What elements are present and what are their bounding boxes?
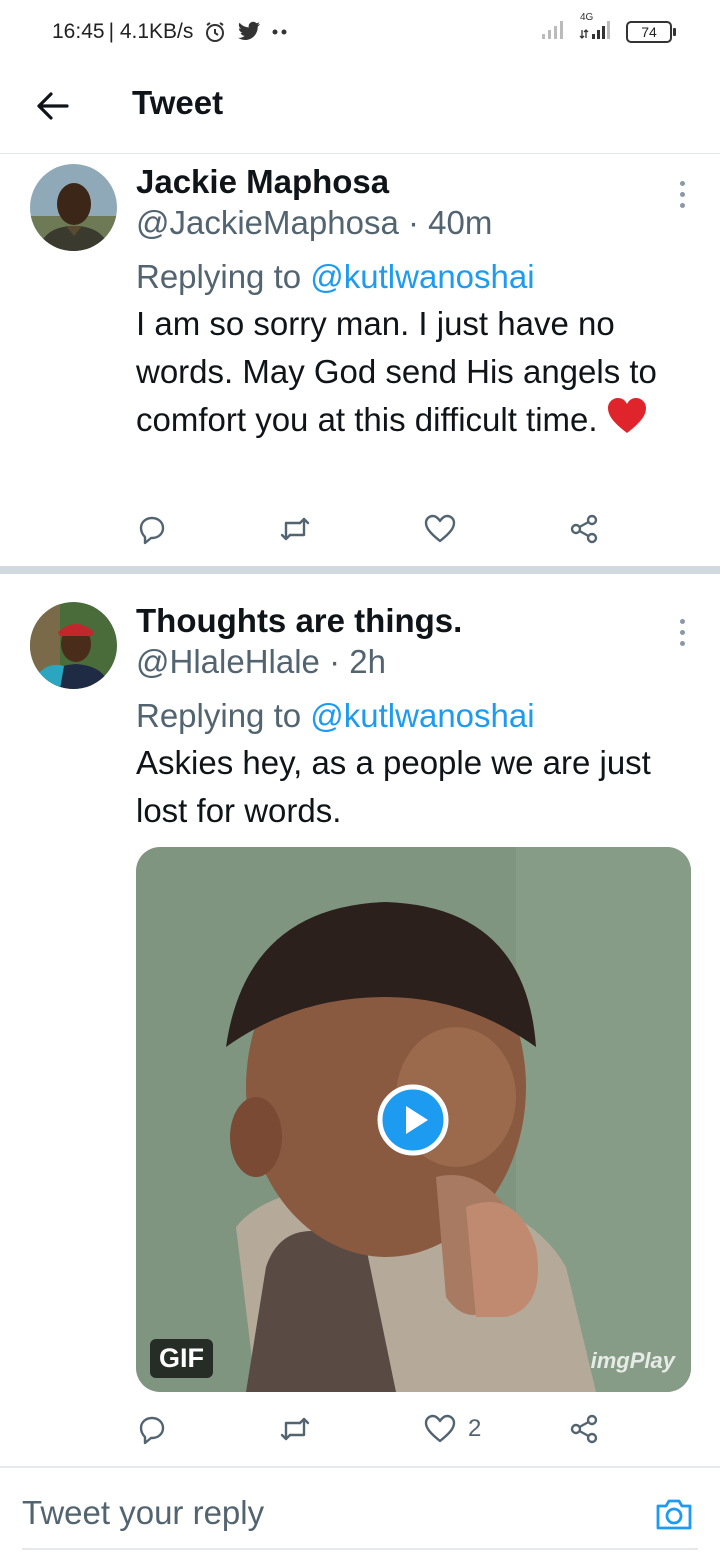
gif-badge: GIF [150,1339,213,1378]
author-handle: @JackieMaphosa · 40m [136,204,493,241]
like-count: 2 [468,1415,482,1442]
battery-indicator: 74 [626,20,676,43]
heart-outline-icon [424,1414,456,1443]
tweet-actions [136,509,616,549]
share-button[interactable] [568,1409,600,1449]
author-handle: @HlaleHlale · 2h [136,643,386,680]
gif-media[interactable]: GIF imgPlay [136,847,691,1392]
like-button[interactable] [424,509,468,549]
header: Tweet [0,66,720,154]
mention-link[interactable]: @kutlwanoshai [310,258,534,295]
retweet-button[interactable] [278,509,312,549]
twitter-icon [237,21,261,43]
play-icon[interactable] [377,1084,449,1156]
back-button[interactable] [30,84,74,128]
status-speed: | 4.1KB/s [108,20,194,43]
watermark: imgPlay [590,1348,675,1373]
replying-label: Replying to [136,258,302,295]
tweet-body: Jackie Maphosa @JackieMaphosa · 40m Repl… [136,162,690,448]
heart-outline-icon [424,514,456,543]
alarm-icon [203,20,227,44]
tweet-jackie[interactable]: Jackie Maphosa @JackieMaphosa · 40m Repl… [0,154,720,566]
share-icon [570,514,598,544]
status-right: 4G 74 [540,12,676,45]
page-title: Tweet [132,84,224,121]
signal-icon [540,18,568,45]
reply-button[interactable] [136,1409,168,1449]
status-left: 16:45 | 4.1KB/s [52,20,289,44]
reply-icon [139,1416,165,1445]
share-button[interactable] [568,509,600,549]
retweet-icon [280,517,310,541]
camera-icon[interactable] [654,1494,694,1534]
reply-input[interactable]: Tweet your reply [22,1494,264,1532]
tweet-text: I am so sorry man. I just have no words.… [136,300,690,448]
avatar[interactable] [30,602,117,689]
arrow-left-icon [37,92,69,120]
replying-to: Replying to @kutlwanoshai [136,693,690,739]
like-button[interactable]: 2 [424,1409,481,1449]
tweet-text-content: I am so sorry man. I just have no words.… [136,305,657,438]
retweet-button[interactable] [278,1409,312,1449]
network-label: 4G [580,12,594,23]
share-icon [570,1414,598,1444]
tweet-text: Askies hey, as a people we are just lost… [136,744,651,829]
author-name[interactable]: Thoughts are things. [136,601,690,641]
reply-bar: Tweet your reply [0,1466,720,1560]
red-heart-emoji-icon [606,397,648,448]
replying-label: Replying to [136,697,302,734]
reply-icon [139,516,165,545]
replying-to: Replying to @kutlwanoshai [136,254,690,300]
status-bar: 16:45 | 4.1KB/s 4G 74 [0,0,720,66]
more-dots-icon [271,28,289,36]
tweet-actions: 2 [136,1409,616,1449]
mention-link[interactable]: @kutlwanoshai [310,697,534,734]
signal-4g-icon: 4G [578,12,616,45]
tweet-body: Thoughts are things. @HlaleHlale · 2h Re… [136,601,690,835]
reply-input-underline [22,1548,698,1550]
retweet-icon [280,1417,310,1441]
author-name[interactable]: Jackie Maphosa [136,162,690,202]
avatar[interactable] [30,164,117,251]
thread-divider [0,566,720,574]
reply-button[interactable] [136,509,168,549]
status-time: 16:45 [52,20,105,43]
